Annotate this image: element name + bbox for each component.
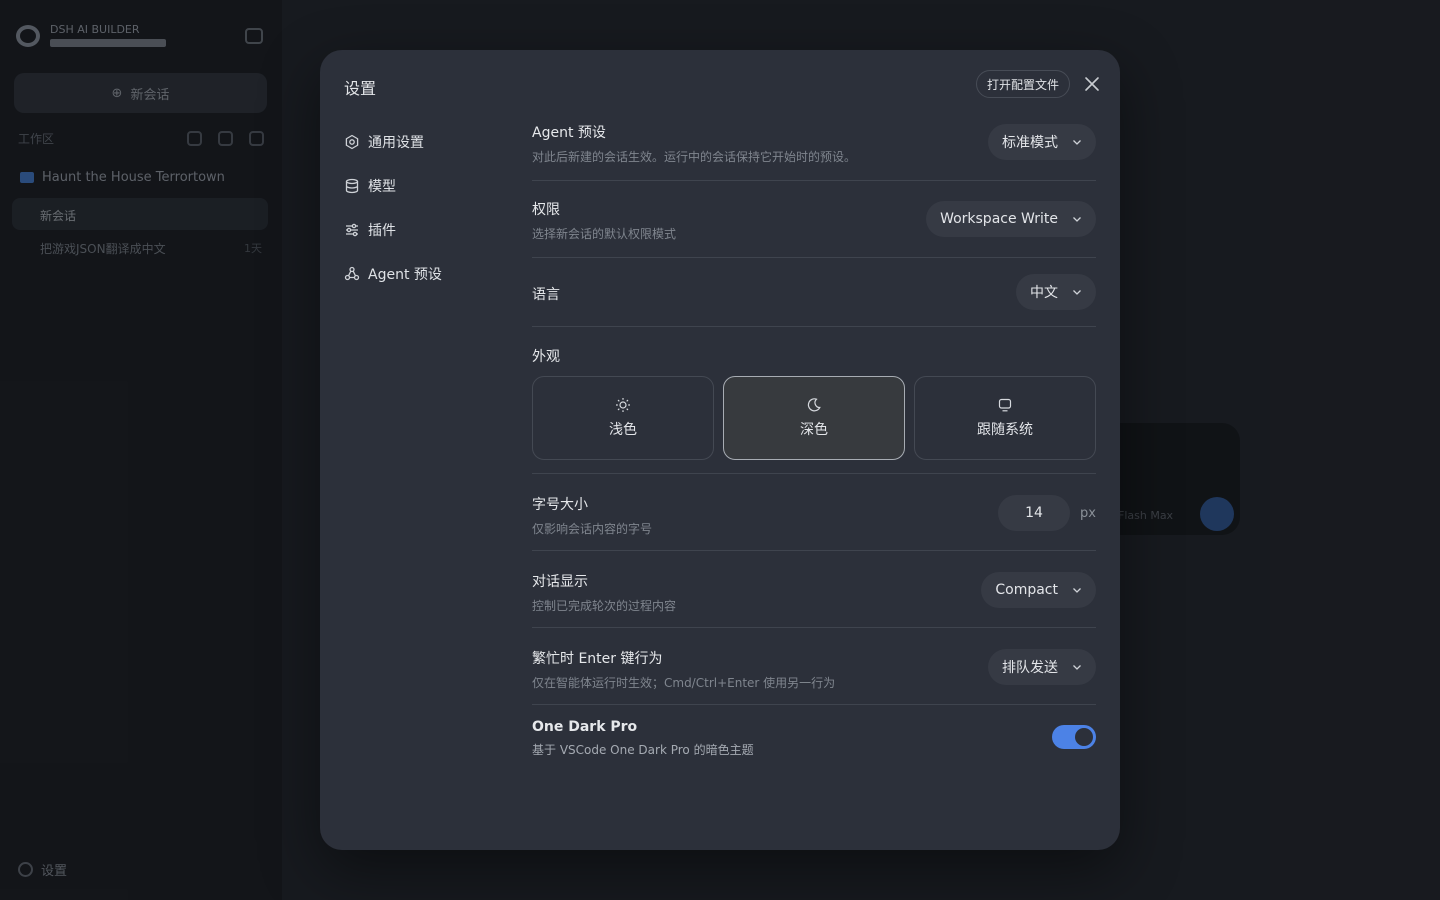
nav-item-agent-presets[interactable]: Agent 预设 (344, 252, 514, 296)
chevron-down-icon (1073, 290, 1081, 295)
nav-item-general[interactable]: 通用设置 (344, 120, 514, 164)
font-size-input[interactable] (998, 495, 1071, 531)
font-size-unit: px (1080, 505, 1096, 521)
moon-icon (807, 398, 821, 412)
setting-font-size: 字号大小 仅影响会话内容的字号 px (532, 474, 1096, 551)
nav-item-models[interactable]: 模型 (344, 164, 514, 208)
nav-item-plugins[interactable]: 插件 (344, 208, 514, 252)
sliders-icon (346, 223, 358, 237)
open-config-button[interactable]: 打开配置文件 (976, 70, 1071, 98)
nav-item-label: 模型 (368, 179, 396, 195)
close-icon[interactable] (1082, 74, 1102, 94)
theme-dark-option[interactable]: 深色 (723, 376, 905, 460)
chevron-down-icon (1073, 588, 1081, 593)
chevron-down-icon (1073, 665, 1081, 670)
nav-item-label: 通用设置 (368, 135, 424, 151)
settings-modal: 设置 打开配置文件 通用设置 模型 插件 Agent 预设 Agent 预设 对… (320, 50, 1120, 850)
setting-label: 外观 (532, 349, 560, 365)
sun-icon (616, 398, 630, 412)
setting-description: 基于 VSCode One Dark Pro 的暗色主题 (532, 743, 754, 757)
agent-icon (344, 266, 360, 281)
one-dark-pro-toggle[interactable] (1052, 725, 1096, 749)
settings-content: Agent 预设 对此后新建的会话生效。运行中的会话保持它开始时的预设。 标准模… (532, 112, 1096, 775)
setting-chat-display: 对话显示 控制已完成轮次的过程内容 Compact (532, 551, 1096, 628)
chevron-down-icon (1073, 140, 1081, 145)
setting-busy-enter: 繁忙时 Enter 键行为 仅在智能体运行时生效；Cmd/Ctrl+Enter … (532, 628, 1096, 705)
nav-item-label: 插件 (368, 223, 396, 239)
permission-select[interactable]: Workspace Write (926, 201, 1096, 237)
theme-options: 浅色 深色 跟随系统 (532, 376, 1096, 460)
nav-item-label: Agent 预设 (368, 267, 442, 283)
setting-label: One Dark Pro (532, 719, 638, 735)
setting-language: 语言 中文 (532, 258, 1096, 327)
busy-enter-select[interactable]: 排队发送 (988, 649, 1096, 685)
chat-display-select[interactable]: Compact (981, 572, 1096, 608)
language-select[interactable]: 中文 (1016, 274, 1096, 310)
theme-system-option[interactable]: 跟随系统 (914, 376, 1096, 460)
setting-label: 语言 (532, 287, 560, 303)
modal-title: 设置 (344, 79, 377, 98)
monitor-icon (998, 398, 1012, 412)
database-icon (345, 178, 359, 194)
agent-preset-select[interactable]: 标准模式 (988, 124, 1096, 160)
setting-one-dark-pro: One Dark Pro 基于 VSCode One Dark Pro 的暗色主… (532, 705, 1096, 775)
setting-agent-preset: Agent 预设 对此后新建的会话生效。运行中的会话保持它开始时的预设。 标准模… (532, 112, 1096, 181)
settings-nav: 通用设置 模型 插件 Agent 预设 (344, 120, 514, 296)
chevron-down-icon (1073, 217, 1081, 222)
setting-permission: 权限 选择新会话的默认权限模式 Workspace Write (532, 181, 1096, 258)
theme-light-option[interactable]: 浅色 (532, 376, 714, 460)
setting-appearance: 外观 浅色 深色 跟随系统 (532, 327, 1096, 474)
toggle-knob (1075, 728, 1093, 746)
gear-icon (345, 134, 359, 150)
